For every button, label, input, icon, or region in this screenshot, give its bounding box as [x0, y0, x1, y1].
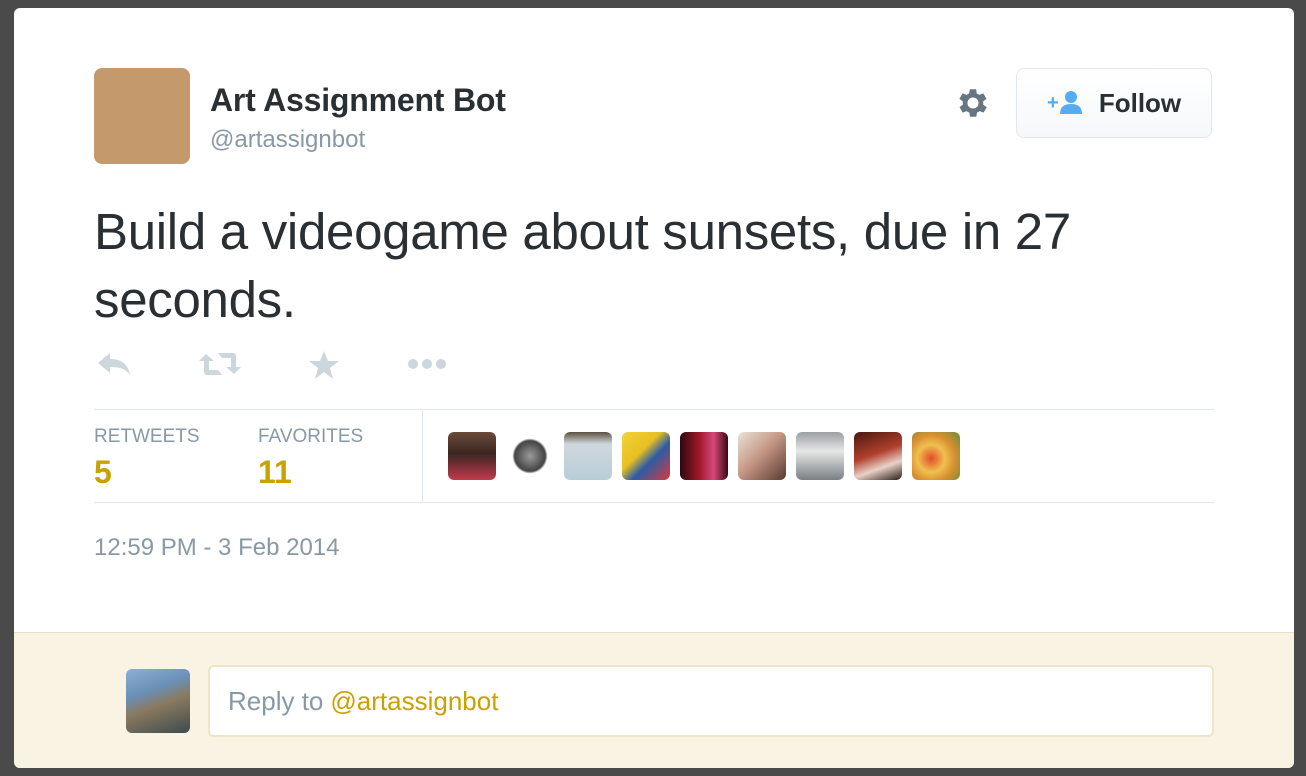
stats-vertical-divider	[422, 410, 423, 502]
favorites-label: FAVORITES	[258, 426, 364, 447]
follow-label: Follow	[1098, 87, 1182, 118]
gear-icon[interactable]	[954, 84, 992, 122]
favorite-star-icon[interactable]	[308, 350, 340, 380]
favoriter-avatar[interactable]	[564, 432, 612, 480]
follow-button[interactable]: + Follow	[1016, 68, 1212, 138]
favoriter-avatar[interactable]	[680, 432, 728, 480]
retweets-count[interactable]: 5	[94, 454, 112, 491]
reply-placeholder-mention: @artassignbot	[330, 685, 499, 716]
tweet-card: Art Assignment Bot @artassignbot + Follo…	[14, 8, 1294, 768]
reply-placeholder-prefix: Reply to	[228, 685, 324, 716]
stats-bottom-divider	[94, 502, 1214, 503]
reply-icon[interactable]	[96, 350, 132, 378]
author-display-name[interactable]: Art Assignment Bot	[210, 82, 506, 119]
favorites-count[interactable]: 11	[258, 454, 292, 491]
more-dots-icon[interactable]	[406, 350, 448, 378]
favoriter-avatar[interactable]	[448, 432, 496, 480]
tweet-text: Build a videogame about sunsets, due in …	[94, 203, 1071, 328]
favoriter-avatar[interactable]	[506, 432, 554, 480]
stats-top-divider	[94, 409, 1214, 410]
favoriter-avatar[interactable]	[854, 432, 902, 480]
add-user-icon: +	[1047, 91, 1082, 114]
favoriter-avatar[interactable]	[912, 432, 960, 480]
retweet-icon[interactable]	[198, 350, 242, 378]
favoriter-avatar[interactable]	[796, 432, 844, 480]
author-handle[interactable]: @artassignbot	[210, 126, 365, 154]
reply-input[interactable]: Reply to @artassignbot	[208, 665, 1214, 737]
favoriter-avatar[interactable]	[738, 432, 786, 480]
svg-text:+: +	[1047, 92, 1059, 114]
tweet-timestamp[interactable]: 12:59 PM - 3 Feb 2014	[94, 534, 339, 562]
author-avatar[interactable]	[94, 68, 190, 164]
reply-section: Reply to @artassignbot	[14, 632, 1294, 768]
current-user-avatar	[126, 669, 190, 733]
favoriter-avatar[interactable]	[622, 432, 670, 480]
retweets-label: RETWEETS	[94, 426, 200, 447]
